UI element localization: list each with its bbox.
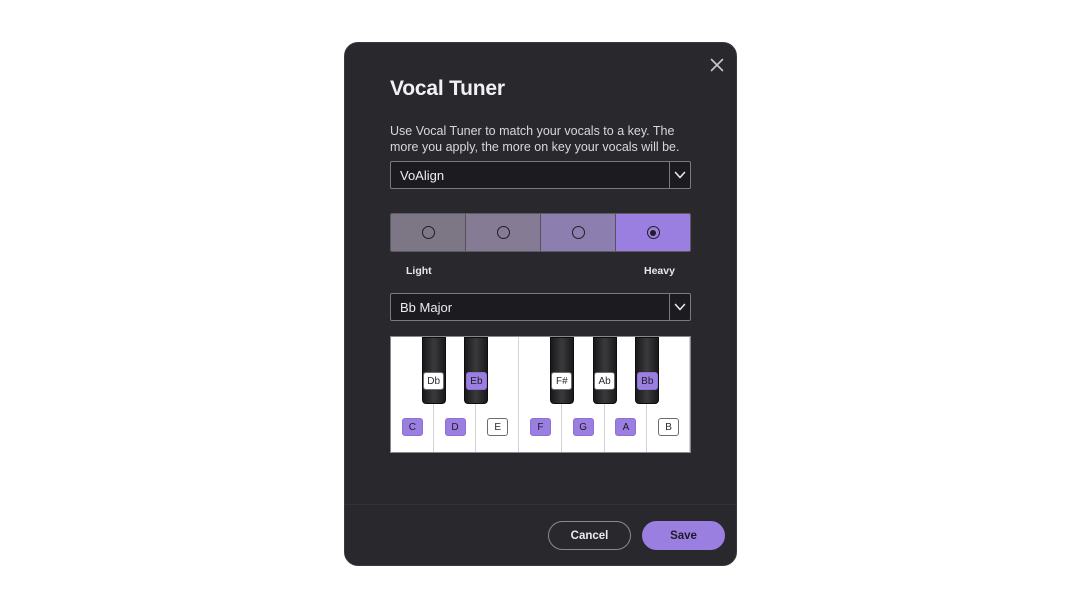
chevron-down-icon xyxy=(674,303,686,311)
dialog-description: Use Vocal Tuner to match your vocals to … xyxy=(390,124,680,154)
note-label-eb: Eb xyxy=(465,372,487,390)
chevron-down-icon xyxy=(674,171,686,179)
key-select-value: Bb Major xyxy=(400,300,453,315)
radio-dot xyxy=(650,229,656,236)
strength-option-4[interactable] xyxy=(616,214,690,251)
footer-divider xyxy=(345,504,736,505)
algorithm-chevron xyxy=(669,162,690,188)
strength-option-1[interactable] xyxy=(391,214,466,251)
black-key-ab[interactable]: Ab xyxy=(592,337,617,404)
vocal-tuner-dialog: Vocal Tuner Use Vocal Tuner to match you… xyxy=(344,42,737,566)
note-label-b: B xyxy=(658,418,680,436)
black-key-eb[interactable]: Eb xyxy=(464,337,489,404)
radio-icon xyxy=(421,226,435,239)
note-label-c: C xyxy=(401,418,423,436)
close-button[interactable] xyxy=(707,55,727,75)
note-label-bb: Bb xyxy=(636,372,658,390)
note-label-e: E xyxy=(487,418,509,436)
black-key-bb[interactable]: Bb xyxy=(635,337,660,404)
note-label-ab: Ab xyxy=(594,372,616,390)
algorithm-select-value: VoAlign xyxy=(400,168,445,183)
strength-segmented-control xyxy=(390,213,691,252)
cancel-button[interactable]: Cancel xyxy=(548,521,631,550)
strength-option-3[interactable] xyxy=(541,214,616,251)
key-select[interactable]: Bb Major xyxy=(390,293,691,321)
black-key-fsharp[interactable]: F# xyxy=(549,337,574,404)
note-label-f: F xyxy=(529,418,551,436)
note-label-d: D xyxy=(444,418,466,436)
note-label-db: Db xyxy=(423,372,445,390)
radio-icon xyxy=(496,226,510,239)
dialog-title: Vocal Tuner xyxy=(390,77,505,100)
radio-icon xyxy=(571,226,585,239)
piano-keyboard: C D E F G A B Db Eb F# Ab Bb xyxy=(390,336,691,453)
radio-selected-icon xyxy=(646,226,660,239)
note-label-a: A xyxy=(615,418,637,436)
algorithm-select[interactable]: VoAlign xyxy=(390,161,691,189)
save-button[interactable]: Save xyxy=(642,521,725,550)
note-label-fsharp: F# xyxy=(551,372,573,390)
strength-option-2[interactable] xyxy=(466,214,541,251)
strength-label-heavy: Heavy xyxy=(644,265,675,277)
close-icon xyxy=(710,58,724,72)
strength-label-light: Light xyxy=(406,265,432,277)
key-chevron xyxy=(669,294,690,320)
black-key-db[interactable]: Db xyxy=(421,337,446,404)
note-label-g: G xyxy=(572,418,594,436)
